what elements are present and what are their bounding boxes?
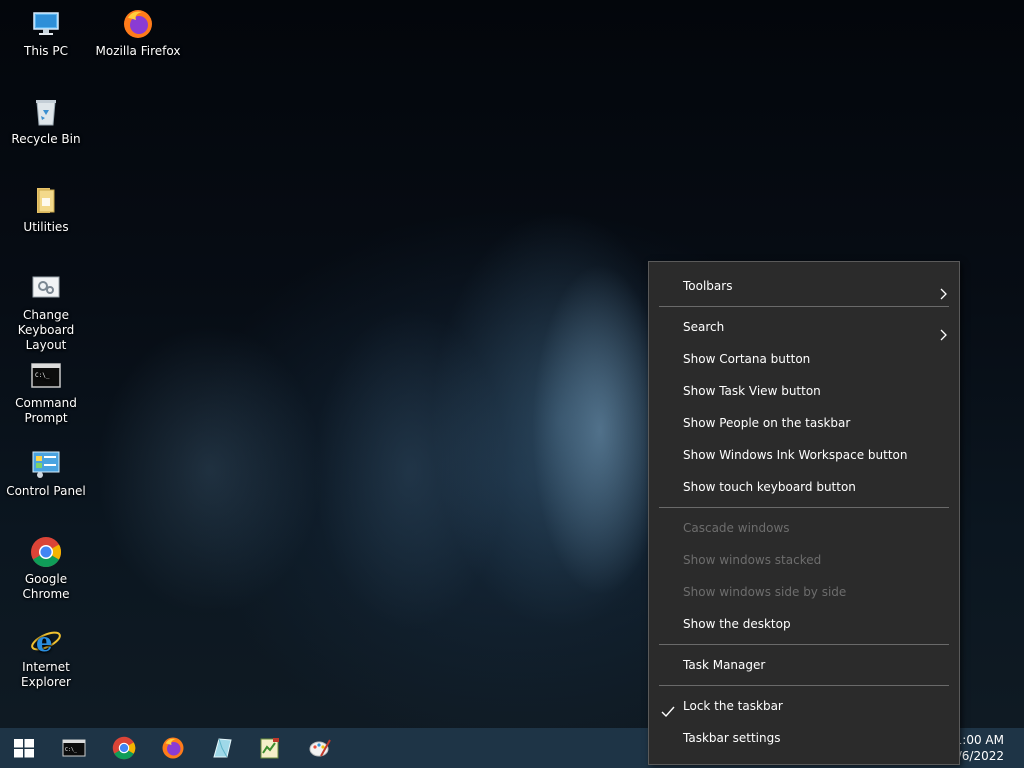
menu-item-show-windows-side-by-side: Show windows side by side: [650, 576, 958, 608]
notepad-chart-icon: [258, 736, 282, 760]
menu-item-label: Show Cortana button: [683, 352, 811, 366]
firefox-icon: [122, 8, 154, 40]
clock-time: 1:00 AM: [954, 733, 1004, 747]
menu-item-label: Toolbars: [683, 279, 733, 293]
desktop-icon-command-prompt[interactable]: C:\_ Command Prompt: [0, 360, 92, 426]
desktop-icon-label: Google Chrome: [22, 572, 70, 601]
taskbar-paint-button[interactable]: [296, 728, 344, 768]
desktop-icon-control-panel[interactable]: Control Panel: [0, 448, 92, 499]
chevron-right-icon: [940, 280, 948, 300]
menu-item-toolbars[interactable]: Toolbars: [650, 270, 958, 302]
menu-item-label: Show the desktop: [683, 617, 791, 631]
menu-item-label: Show windows stacked: [683, 553, 822, 567]
menu-item-label: Lock the taskbar: [683, 699, 783, 713]
menu-item-label: Task Manager: [683, 658, 766, 672]
chrome-icon: [112, 736, 136, 760]
menu-item-label: Cascade windows: [683, 521, 790, 535]
firefox-icon: [161, 736, 185, 760]
desktop-icon-firefox[interactable]: Mozilla Firefox: [92, 8, 184, 59]
folder-icon: [30, 184, 62, 216]
menu-item-cascade-windows: Cascade windows: [650, 512, 958, 544]
desktop-icon-label: Utilities: [23, 220, 69, 234]
menu-item-label: Show windows side by side: [683, 585, 847, 599]
menu-item-label: Taskbar settings: [683, 731, 781, 745]
menu-item-search[interactable]: Search: [650, 311, 958, 343]
menu-item-label: Show Windows Ink Workspace button: [683, 448, 908, 462]
menu-item-show-windows-ink[interactable]: Show Windows Ink Workspace button: [650, 439, 958, 471]
control-panel-icon: [30, 448, 62, 480]
menu-separator: [659, 644, 949, 645]
desktop-icon-label: Command Prompt: [15, 396, 77, 425]
internet-explorer-icon: e: [30, 624, 62, 658]
menu-item-label: Show touch keyboard button: [683, 480, 856, 494]
chrome-icon: [30, 536, 62, 568]
desktop-icon-recycle-bin[interactable]: Recycle Bin: [0, 96, 92, 147]
menu-item-show-windows-stacked: Show windows stacked: [650, 544, 958, 576]
system-clock[interactable]: 1:00 AM /6/2022: [955, 732, 1004, 764]
menu-item-show-cortana-button[interactable]: Show Cortana button: [650, 343, 958, 375]
windows-start-icon: [12, 736, 36, 760]
command-prompt-icon: C:\_: [62, 736, 86, 760]
svg-text:C:\_: C:\_: [65, 747, 78, 753]
paint-icon: [308, 736, 332, 760]
desktop-icon-label: Change Keyboard Layout: [17, 308, 75, 352]
clock-date: /6/2022: [957, 749, 1004, 763]
taskbar-context-menu: Toolbars Search Show Cortana button Show…: [648, 261, 960, 765]
menu-item-lock-the-taskbar[interactable]: Lock the taskbar: [650, 690, 958, 722]
taskbar-chrome-button[interactable]: [100, 728, 148, 768]
desktop-icon-internet-explorer[interactable]: e Internet Explorer: [0, 624, 92, 690]
desktop-icon-this-pc[interactable]: This PC: [0, 8, 92, 59]
this-pc-icon: [30, 8, 62, 40]
recycle-bin-icon: [30, 96, 62, 128]
taskbar-glass-app-button[interactable]: [198, 728, 246, 768]
keyboard-settings-icon: [30, 272, 62, 304]
menu-item-show-people[interactable]: Show People on the taskbar: [650, 407, 958, 439]
svg-text:C:\_: C:\_: [35, 372, 50, 379]
menu-item-task-manager[interactable]: Task Manager: [650, 649, 958, 681]
start-button[interactable]: [0, 728, 48, 768]
checkmark-icon: [661, 699, 675, 718]
desktop-icon-google-chrome[interactable]: Google Chrome: [0, 536, 92, 602]
taskbar-command-prompt-button[interactable]: C:\_: [50, 728, 98, 768]
menu-item-label: Show Task View button: [683, 384, 821, 398]
desktop-icon-utilities[interactable]: Utilities: [0, 184, 92, 235]
menu-item-label: Search: [683, 320, 725, 334]
glass-app-icon: [210, 736, 234, 760]
desktop-icon-label: Mozilla Firefox: [95, 44, 181, 58]
desktop-icon-label: Control Panel: [6, 484, 86, 498]
menu-item-label: Show People on the taskbar: [683, 416, 851, 430]
command-prompt-icon: C:\_: [30, 360, 62, 392]
menu-item-taskbar-settings[interactable]: Taskbar settings: [650, 722, 958, 754]
menu-item-show-touch-keyboard[interactable]: Show touch keyboard button: [650, 471, 958, 503]
desktop-icon-change-keyboard-layout[interactable]: Change Keyboard Layout: [0, 272, 92, 353]
taskbar-notepad-chart-button[interactable]: [246, 728, 294, 768]
chevron-right-icon: [940, 321, 948, 341]
desktop-icon-label: Internet Explorer: [21, 660, 71, 689]
menu-separator: [659, 306, 949, 307]
taskbar-firefox-button[interactable]: [149, 728, 197, 768]
menu-separator: [659, 685, 949, 686]
menu-separator: [659, 507, 949, 508]
menu-item-show-the-desktop[interactable]: Show the desktop: [650, 608, 958, 640]
desktop-icon-label: This PC: [24, 44, 68, 58]
desktop-icon-label: Recycle Bin: [11, 132, 81, 146]
svg-text:e: e: [36, 628, 53, 656]
menu-item-show-task-view-button[interactable]: Show Task View button: [650, 375, 958, 407]
